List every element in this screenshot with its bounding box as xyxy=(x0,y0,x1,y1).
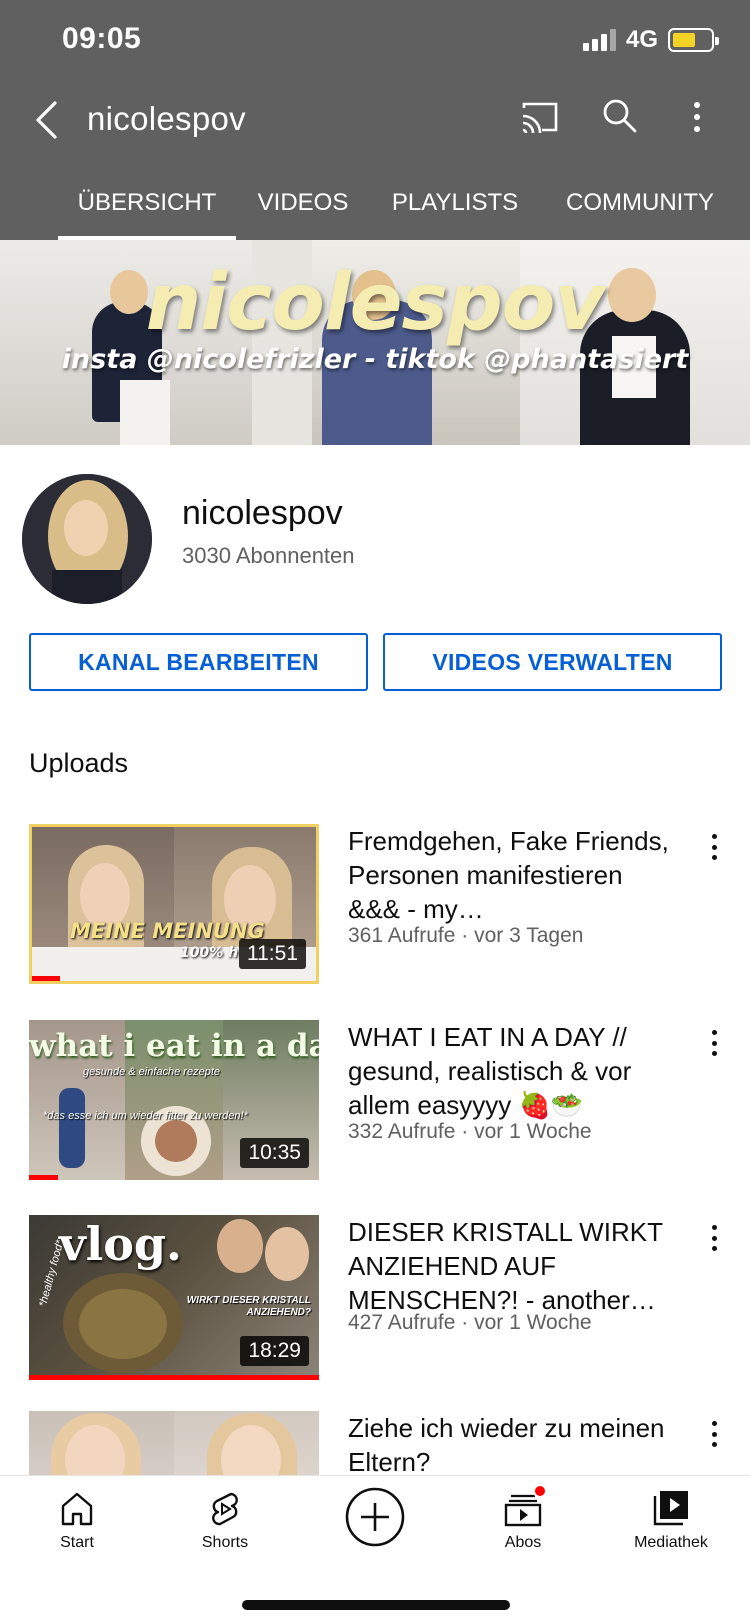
uploads-heading: Uploads xyxy=(29,748,129,778)
tab-overview[interactable]: ÜBERSICHT xyxy=(58,178,236,240)
shorts-icon xyxy=(205,1486,245,1530)
thumbnail-text: 100% h xyxy=(180,945,239,961)
tab-label: ÜBERSICHT xyxy=(77,189,217,216)
nav-create[interactable] xyxy=(310,1476,440,1566)
video-list-item[interactable]: vlog. WIRKT DIESER KRISTALL ANZIEHEND? *… xyxy=(0,1215,750,1385)
video-thumbnail[interactable] xyxy=(29,1411,319,1475)
video-meta: 427 Aufrufe · vor 1 Woche xyxy=(348,1311,592,1334)
nav-label: Mediathek xyxy=(634,1534,708,1551)
tab-videos[interactable]: VIDEOS xyxy=(252,178,354,240)
home-indicator[interactable] xyxy=(242,1600,510,1610)
banner-subtitle: insta @nicolefrizler - tiktok @phantasie… xyxy=(61,344,689,375)
video-title[interactable]: Ziehe ich wieder zu meinen Eltern? xyxy=(348,1411,678,1475)
video-more-icon[interactable] xyxy=(704,830,724,864)
video-meta: 361 Aufrufe · vor 3 Tagen xyxy=(348,924,584,947)
channel-header: nicolespov ÜBERSICHT VIDEOS PLAYLISTS CO… xyxy=(0,80,750,240)
library-icon xyxy=(651,1486,691,1530)
video-thumbnail[interactable]: what i eat in a day gesunde & einfache r… xyxy=(29,1020,319,1180)
watch-progress-bar xyxy=(29,1175,58,1180)
avatar[interactable] xyxy=(22,474,152,604)
nav-mediathek[interactable]: Mediathek xyxy=(606,1486,736,1576)
signal-icon xyxy=(582,29,616,51)
video-duration: 10:35 xyxy=(240,1138,309,1168)
header-title: nicolespov xyxy=(87,100,246,137)
subscriber-count: 3030 Abonnenten xyxy=(182,543,355,568)
video-title[interactable]: DIESER KRISTALL WIRKT ANZIEHEND AUF MENS… xyxy=(348,1215,678,1317)
video-thumbnail[interactable]: vlog. WIRKT DIESER KRISTALL ANZIEHEND? *… xyxy=(29,1215,319,1380)
nav-label: Abos xyxy=(504,1534,542,1551)
video-thumbnail[interactable]: MEINE MEINUNG 100% h 11:51 xyxy=(29,824,319,984)
home-icon xyxy=(57,1486,97,1530)
thumbnail-text: MEINE MEINUNG xyxy=(70,919,265,943)
channel-tabs: ÜBERSICHT VIDEOS PLAYLISTS COMMUNITY xyxy=(0,178,750,240)
video-title[interactable]: Fremdgehen, Fake Friends, Personen manif… xyxy=(348,824,678,926)
tab-label: VIDEOS xyxy=(257,189,349,216)
banner-title: nicolespov xyxy=(145,258,605,348)
video-title[interactable]: WHAT I EAT IN A DAY // gesund, realistis… xyxy=(348,1020,678,1122)
nav-shorts[interactable]: Shorts xyxy=(160,1486,290,1576)
tab-playlists[interactable]: PLAYLISTS xyxy=(388,178,522,240)
thumbnail-text: what i eat in a day xyxy=(29,1028,319,1064)
status-time: 09:05 xyxy=(62,22,142,55)
video-more-icon[interactable] xyxy=(704,1026,724,1060)
video-duration: 11:51 xyxy=(239,939,306,969)
thumbnail-text: vlog. xyxy=(59,1217,183,1271)
subscriptions-icon xyxy=(503,1484,547,1530)
back-arrow-icon[interactable] xyxy=(28,98,64,142)
nav-label: Shorts xyxy=(201,1534,249,1551)
video-title-text: WHAT I EAT IN A DAY // gesund, realistis… xyxy=(348,1022,632,1120)
channel-banner: nicolespov insta @nicolefrizler - tiktok… xyxy=(0,240,750,445)
create-icon xyxy=(344,1486,406,1548)
notification-dot xyxy=(533,1484,547,1498)
tab-label: PLAYLISTS xyxy=(391,189,519,216)
watch-progress-bar xyxy=(29,1375,319,1380)
video-meta: 332 Aufrufe · vor 1 Woche xyxy=(348,1120,592,1143)
video-title-text: Fremdgehen, Fake Friends, Personen manif… xyxy=(348,826,669,924)
manage-videos-button[interactable]: VIDEOS VERWALTEN xyxy=(383,633,722,691)
thumbnail-text: WIRKT DIESER KRISTALL ANZIEHEND? xyxy=(186,1295,311,1318)
status-bar: 09:05 4G xyxy=(0,0,750,80)
tab-label: COMMUNITY xyxy=(566,189,714,216)
nav-label: Start xyxy=(60,1534,94,1551)
cast-icon[interactable] xyxy=(520,100,560,136)
edit-channel-button[interactable]: KANAL BEARBEITEN xyxy=(29,633,368,691)
video-title-text: DIESER KRISTALL WIRKT ANZIEHEND AUF MENS… xyxy=(348,1217,663,1315)
nav-start[interactable]: Start xyxy=(12,1486,142,1576)
video-title-text: Ziehe ich wieder zu meinen Eltern? xyxy=(348,1413,665,1475)
channel-name: nicolespov xyxy=(182,494,343,532)
video-duration: 18:29 xyxy=(240,1336,309,1366)
status-indicators: 4G xyxy=(582,26,719,54)
video-list-item[interactable]: MEINE MEINUNG 100% h 11:51 Fremdgehen, F… xyxy=(0,824,750,994)
bottom-safe-area xyxy=(0,1610,750,1623)
battery-icon xyxy=(668,28,719,52)
thumbnail-text: *das esse ich um wieder fitter zu werden… xyxy=(43,1110,248,1122)
video-list-item[interactable]: what i eat in a day gesunde & einfache r… xyxy=(0,1020,750,1190)
watch-progress-bar xyxy=(32,976,61,981)
more-options-icon[interactable] xyxy=(682,96,712,138)
video-list-item[interactable]: Ziehe ich wieder zu meinen Eltern? xyxy=(0,1411,750,1475)
video-more-icon[interactable] xyxy=(704,1221,724,1255)
tab-community[interactable]: COMMUNITY xyxy=(560,178,720,240)
network-type: 4G xyxy=(625,26,658,53)
thumbnail-text: gesunde & einfache rezepte xyxy=(83,1066,220,1078)
nav-abos[interactable]: Abos xyxy=(458,1484,588,1576)
video-more-icon[interactable] xyxy=(704,1417,724,1451)
search-icon[interactable] xyxy=(600,96,640,136)
